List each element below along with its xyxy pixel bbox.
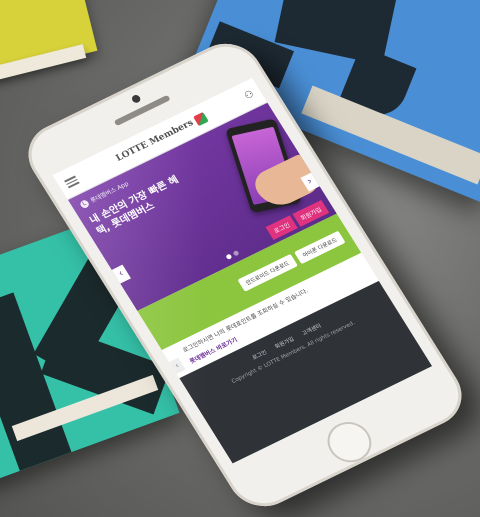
android-download-button[interactable]: 안드로이드 다운로드 bbox=[237, 254, 298, 292]
iphone-download-button[interactable]: 아이폰 다운로드 bbox=[293, 230, 346, 265]
photo-scene: LOTTE Members ⚇ L 롯데멤버스 App 내 손안의 가장 빠른 … bbox=[0, 0, 480, 517]
footer-link[interactable]: 로그인 bbox=[250, 348, 268, 362]
lotte-logo-icon bbox=[192, 111, 209, 126]
pager-dot[interactable] bbox=[232, 249, 240, 257]
user-icon[interactable]: ⚇ bbox=[242, 88, 256, 101]
footer-link[interactable]: 회원가입 bbox=[273, 335, 295, 350]
slide-pager bbox=[225, 249, 240, 260]
footer-link[interactable]: 고객센터 bbox=[300, 322, 322, 337]
app-badge-icon: L bbox=[78, 198, 91, 209]
hamburger-menu-icon[interactable] bbox=[63, 175, 80, 188]
pager-dot[interactable] bbox=[225, 253, 233, 260]
